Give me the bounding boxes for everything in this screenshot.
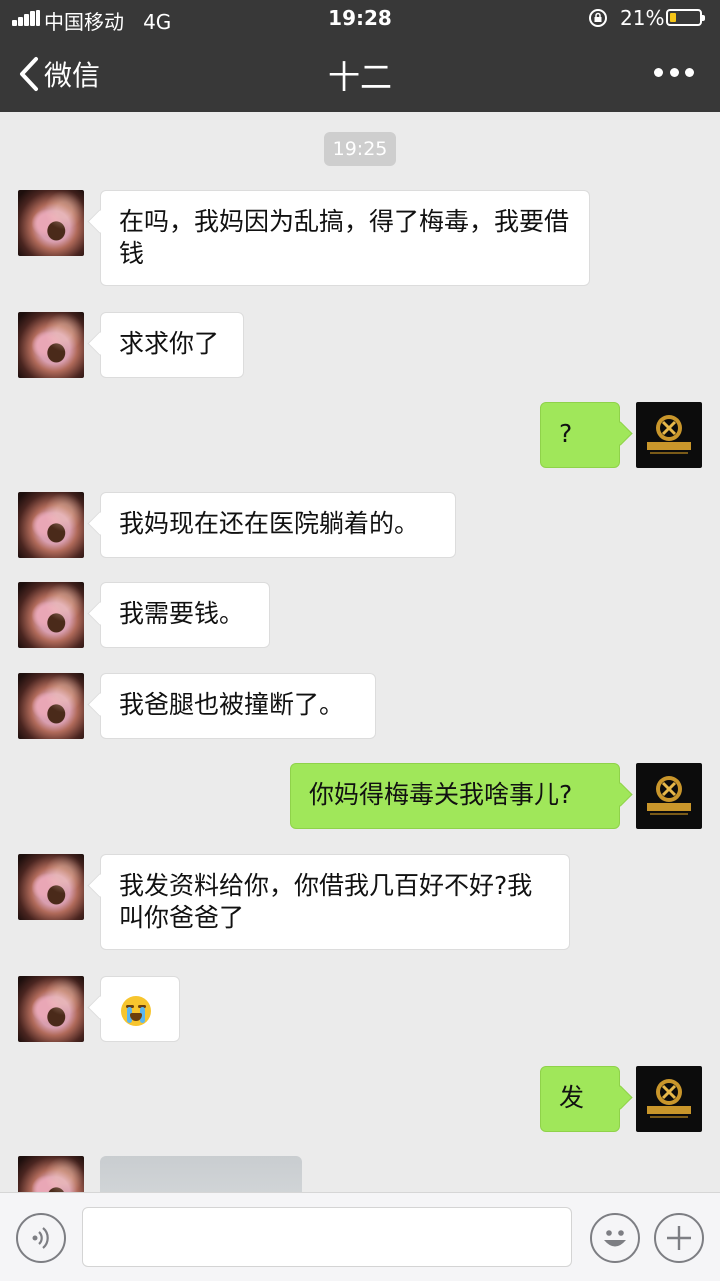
photo-message[interactable] bbox=[100, 1156, 302, 1192]
incoming-message[interactable]: 我妈现在还在医院躺着的。 bbox=[100, 492, 456, 558]
gold-logo-icon bbox=[647, 415, 691, 454]
top-bar: 中国移动 4G 19:28 21% 微信 十二 bbox=[0, 0, 720, 112]
battery-percent: 21% bbox=[620, 6, 665, 30]
contact-avatar[interactable] bbox=[18, 492, 84, 558]
gold-logo-icon bbox=[647, 1079, 691, 1118]
chat-area[interactable]: 19:25 在吗，我妈因为乱搞，得了梅毒，我要借钱 求求你了 ? 我妈现在还在医… bbox=[0, 112, 720, 1192]
outgoing-message[interactable]: 你妈得梅毒关我啥事儿? bbox=[290, 763, 620, 829]
emoji-icon bbox=[604, 1230, 626, 1247]
my-avatar[interactable] bbox=[636, 1066, 702, 1132]
outgoing-message[interactable]: ? bbox=[540, 402, 620, 468]
incoming-message[interactable]: 我爸腿也被撞断了。 bbox=[100, 673, 376, 739]
voice-icon bbox=[32, 1227, 49, 1249]
voice-button[interactable] bbox=[16, 1213, 66, 1263]
battery-icon bbox=[666, 9, 705, 26]
emoji-button[interactable] bbox=[590, 1213, 640, 1263]
incoming-message[interactable]: 求求你了 bbox=[100, 312, 244, 378]
status-bar: 中国移动 4G 19:28 21% bbox=[0, 0, 720, 36]
clock: 19:28 bbox=[328, 6, 392, 30]
battery-fill bbox=[670, 13, 676, 22]
incoming-message[interactable]: 我需要钱。 bbox=[100, 582, 270, 648]
chat-title: 十二 bbox=[327, 58, 392, 96]
input-bar bbox=[0, 1192, 720, 1281]
contact-avatar[interactable] bbox=[18, 582, 84, 648]
contact-avatar[interactable] bbox=[18, 976, 84, 1042]
rotation-lock-icon bbox=[589, 9, 607, 27]
my-avatar[interactable] bbox=[636, 763, 702, 829]
incoming-message[interactable]: 我发资料给你，你借我几百好不好?我叫你爸爸了 bbox=[100, 854, 570, 950]
nav-bar: 微信 十二 bbox=[0, 36, 720, 112]
gold-logo-icon bbox=[647, 776, 691, 815]
incoming-message[interactable]: 在吗，我妈因为乱搞，得了梅毒，我要借钱 bbox=[100, 190, 590, 286]
plus-button[interactable] bbox=[654, 1213, 704, 1263]
contact-avatar[interactable] bbox=[18, 673, 84, 739]
incoming-emoji-message[interactable] bbox=[100, 976, 180, 1042]
more-dots-icon[interactable] bbox=[654, 60, 694, 84]
contact-avatar[interactable] bbox=[18, 1156, 84, 1192]
plus-icon bbox=[667, 1226, 691, 1250]
crying-face-emoji bbox=[121, 996, 151, 1026]
contact-avatar[interactable] bbox=[18, 854, 84, 920]
my-avatar[interactable] bbox=[636, 402, 702, 468]
message-input[interactable] bbox=[82, 1207, 572, 1267]
contact-avatar[interactable] bbox=[18, 312, 84, 378]
contact-avatar[interactable] bbox=[18, 190, 84, 256]
outgoing-message[interactable]: 发 bbox=[540, 1066, 620, 1132]
message-timestamp: 19:25 bbox=[324, 132, 396, 166]
